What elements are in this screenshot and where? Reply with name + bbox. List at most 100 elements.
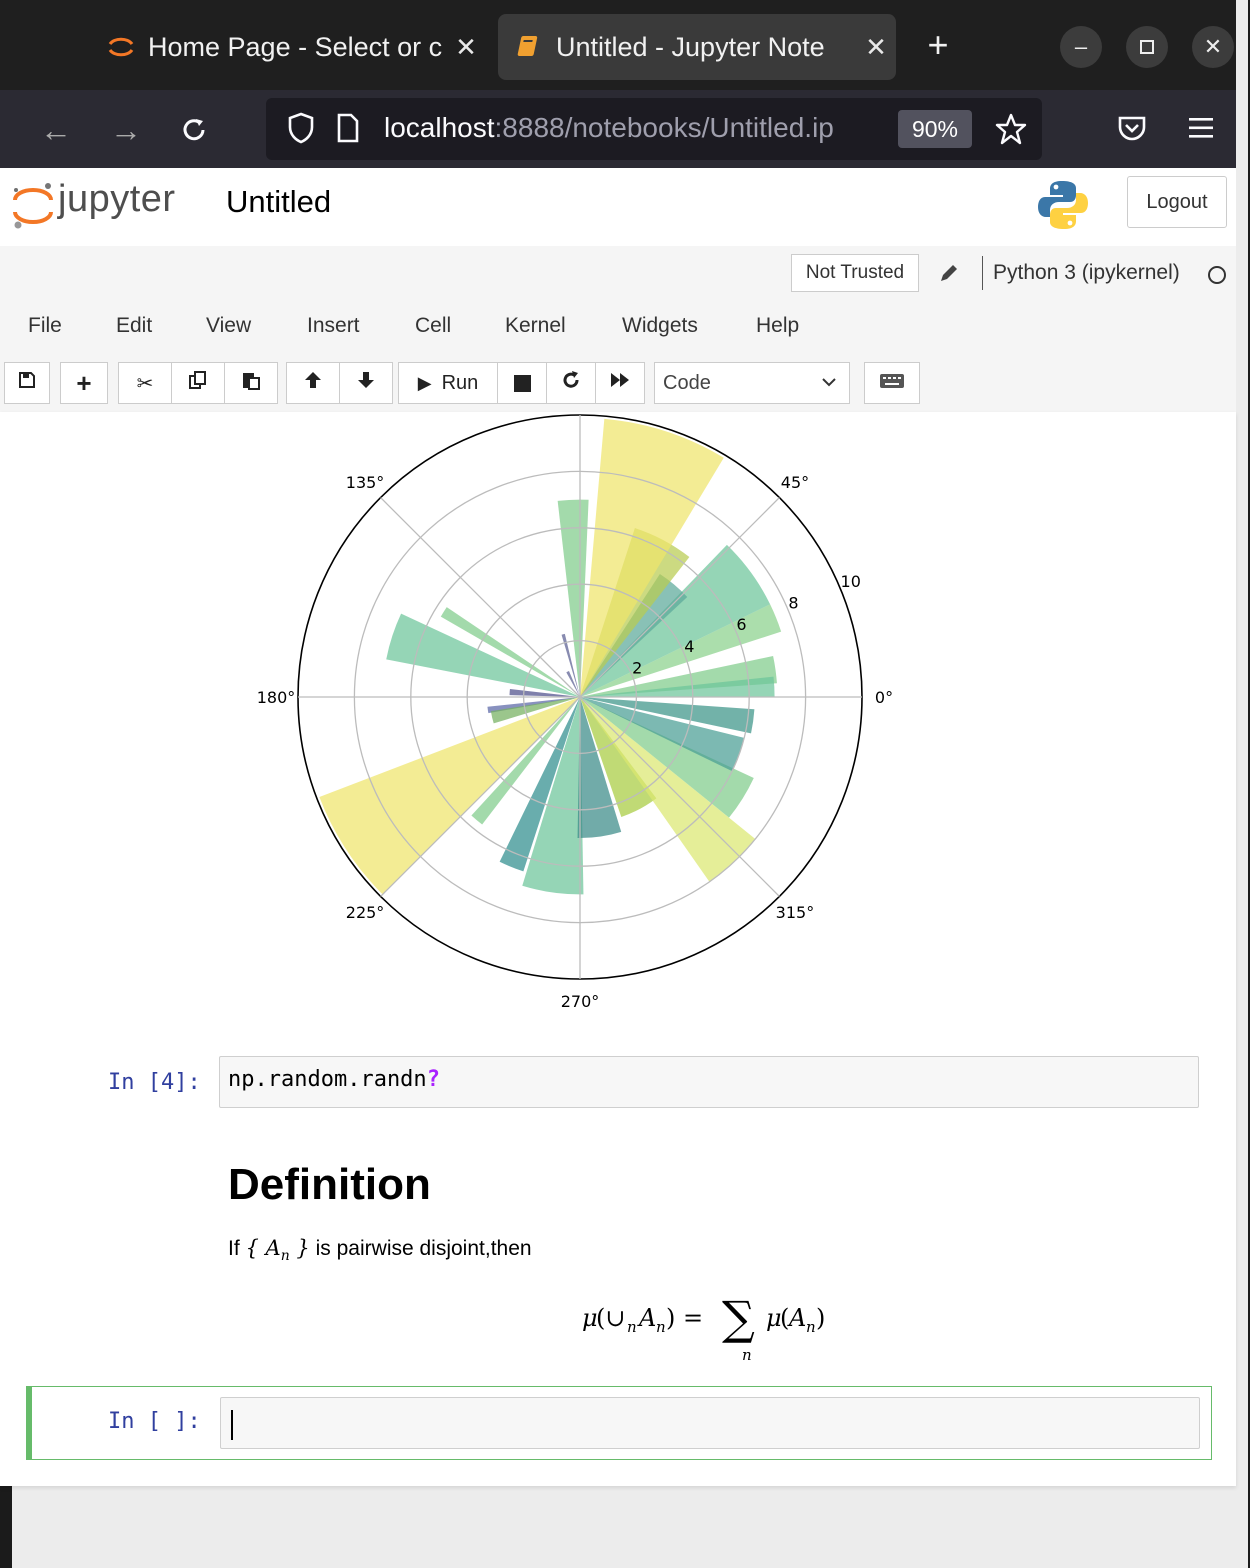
angle-tick-label: 315° xyxy=(776,903,815,922)
url-bar[interactable]: localhost:8888/notebooks/Untitled.ip 90% xyxy=(266,98,1042,160)
tab-untitled-notebook[interactable]: Untitled - Jupyter Note ✕ xyxy=(498,14,896,80)
play-icon: ▶ xyxy=(417,372,432,393)
angle-tick-label: 0° xyxy=(875,688,893,707)
navigation-bar: ← → localhost:8888/notebooks/Untitled.ip… xyxy=(0,90,1236,168)
interrupt-button[interactable] xyxy=(497,362,547,404)
reload-icon[interactable] xyxy=(174,110,214,150)
svg-text:): ) xyxy=(816,1304,825,1332)
angle-tick-label: 180° xyxy=(257,688,296,707)
kernel-name[interactable]: Python 3 (ipykernel) xyxy=(982,256,1180,290)
command-palette-button[interactable] xyxy=(864,362,920,404)
jupyter-logo-icon[interactable] xyxy=(10,180,56,237)
menu-insert[interactable]: Insert xyxy=(307,314,360,338)
copy-button[interactable] xyxy=(171,362,225,404)
restart-icon xyxy=(561,370,581,396)
polar-bar-10 xyxy=(386,613,580,697)
notebook-title[interactable]: Untitled xyxy=(226,184,331,220)
svg-text:(: ( xyxy=(780,1304,789,1332)
radial-tick-label: 4 xyxy=(684,637,694,656)
text-cursor xyxy=(231,1410,233,1440)
notebook-icon xyxy=(514,32,544,62)
code-cell-input[interactable]: np.random.randn? xyxy=(219,1056,1199,1108)
markdown-paragraph: If { An } is pairwise disjoint,then xyxy=(228,1236,532,1264)
restart-run-all-button[interactable] xyxy=(595,362,645,404)
new-tab-plus-icon[interactable]: + xyxy=(918,26,958,66)
svg-text:A: A xyxy=(637,1304,656,1332)
menu-edit[interactable]: Edit xyxy=(116,314,152,338)
forward-arrow-icon[interactable]: → xyxy=(106,110,146,150)
logout-button[interactable]: Logout xyxy=(1127,176,1227,228)
code-help-operator: ? xyxy=(426,1067,440,1092)
svg-text:n: n xyxy=(806,1318,816,1336)
svg-text:∑: ∑ xyxy=(722,1291,755,1345)
inline-math: { An } xyxy=(245,1236,310,1265)
scissors-icon: ✂ xyxy=(136,372,154,395)
svg-text:n: n xyxy=(627,1318,637,1336)
angle-tick-label: 270° xyxy=(561,992,600,1011)
angle-tick-label: 225° xyxy=(346,903,385,922)
restart-button[interactable] xyxy=(546,362,596,404)
radial-tick-label: 2 xyxy=(632,658,642,677)
back-arrow-icon[interactable]: ← xyxy=(36,110,76,150)
run-button[interactable]: ▶ Run xyxy=(398,362,498,404)
svg-text:A: A xyxy=(787,1304,806,1332)
arrow-up-icon xyxy=(303,370,323,396)
input-prompt: In [4]: xyxy=(108,1070,201,1095)
notebook-container: 0°45°90°135°180°225°270°315°246810 In [4… xyxy=(0,412,1236,1486)
copy-icon xyxy=(188,370,208,396)
menu-help[interactable]: Help xyxy=(756,314,799,338)
svg-text:) =: ) = xyxy=(666,1304,703,1332)
radial-tick-label: 8 xyxy=(788,594,798,613)
cell-type-select[interactable]: Code xyxy=(654,362,850,404)
maximize-icon[interactable] xyxy=(1126,26,1168,68)
tab-bar: Home Page - Select or c ✕ Untitled - Jup… xyxy=(0,0,1236,90)
menubar-container: Not Trusted Python 3 (ipykernel) File Ed… xyxy=(0,246,1236,412)
menu-widgets[interactable]: Widgets xyxy=(622,314,698,338)
page-icon xyxy=(336,113,360,148)
plus-icon: + xyxy=(76,367,92,398)
jupyter-header: jupyter Untitled Logout xyxy=(0,168,1236,247)
jupyter-spinner-icon xyxy=(106,32,136,62)
menu-hamburger-icon[interactable] xyxy=(1186,114,1216,147)
shield-icon[interactable] xyxy=(286,111,316,150)
close-icon[interactable]: ✕ xyxy=(446,32,486,63)
tab-home-page[interactable]: Home Page - Select or c ✕ xyxy=(90,14,486,80)
empty-code-input[interactable] xyxy=(220,1397,1200,1449)
svg-text:n: n xyxy=(742,1346,752,1364)
tab-label: Home Page - Select or c xyxy=(148,31,443,62)
chevron-down-icon xyxy=(821,363,837,417)
angle-tick-label: 135° xyxy=(346,473,385,492)
not-trusted-button[interactable]: Not Trusted xyxy=(791,254,919,292)
bookmark-star-icon[interactable] xyxy=(994,112,1028,151)
radial-tick-label: 10 xyxy=(841,572,861,591)
input-prompt: In [ ]: xyxy=(108,1409,201,1434)
jupyter-logo-text[interactable]: jupyter xyxy=(58,178,176,221)
angle-tick-label: 45° xyxy=(781,473,809,492)
stop-square-icon xyxy=(513,374,531,392)
pocket-icon[interactable] xyxy=(1116,112,1148,149)
cut-button[interactable]: ✂ xyxy=(118,362,172,404)
close-icon[interactable]: ✕ xyxy=(856,32,896,63)
window-close-icon[interactable]: ✕ xyxy=(1192,26,1234,68)
menu-view[interactable]: View xyxy=(206,314,251,338)
menu-cell[interactable]: Cell xyxy=(415,314,451,338)
keyboard-icon xyxy=(879,372,905,395)
zoom-level[interactable]: 90% xyxy=(898,110,972,148)
save-button[interactable] xyxy=(4,362,50,404)
pencil-edit-icon[interactable] xyxy=(938,262,960,289)
paragraph-text-end: is pairwise disjoint,then xyxy=(309,1237,532,1260)
url-path: :8888/notebooks/Untitled.ip xyxy=(494,112,834,143)
svg-text:n: n xyxy=(656,1318,666,1336)
insert-cell-button[interactable]: + xyxy=(60,362,108,404)
polar-bar-chart: 0°45°90°135°180°225°270°315°246810 xyxy=(257,414,893,1011)
move-down-button[interactable] xyxy=(339,362,393,404)
fast-forward-icon xyxy=(609,371,631,395)
active-code-cell[interactable]: In [ ]: xyxy=(26,1386,1212,1460)
move-up-button[interactable] xyxy=(286,362,340,404)
paste-button[interactable] xyxy=(224,362,278,404)
menu-kernel[interactable]: Kernel xyxy=(505,314,566,338)
menu-file[interactable]: File xyxy=(28,314,62,338)
minimize-icon[interactable]: – xyxy=(1060,26,1102,68)
code-text: np.random.randn xyxy=(228,1067,427,1092)
url-text[interactable]: localhost:8888/notebooks/Untitled.ip xyxy=(384,112,884,144)
